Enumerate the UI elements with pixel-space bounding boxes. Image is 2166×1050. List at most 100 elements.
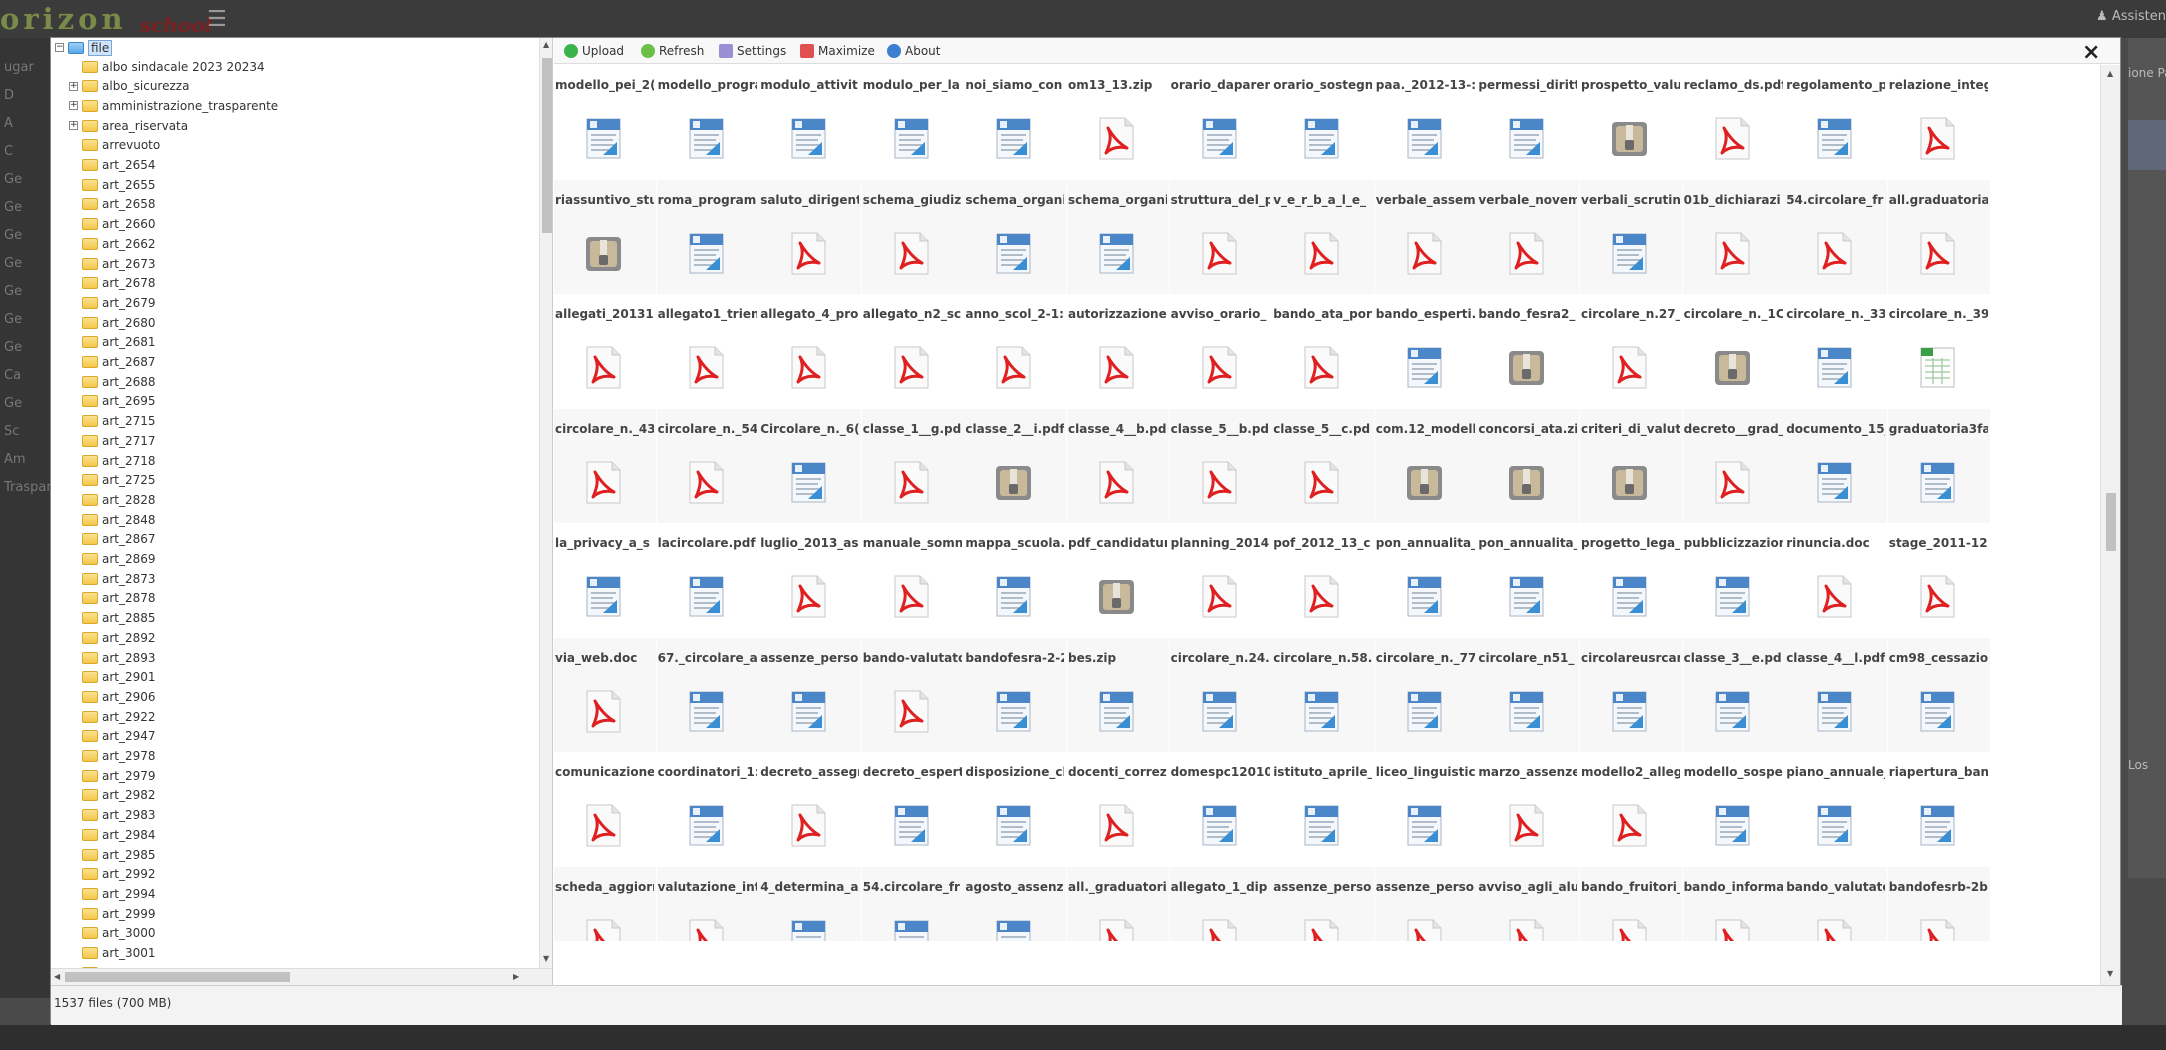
tree-folder-item[interactable]: art_2680 — [82, 313, 156, 332]
expand-icon[interactable]: + — [69, 121, 78, 131]
file-item[interactable]: bando_esperti. — [1374, 294, 1477, 408]
user-menu[interactable]: ♟ Assisten — [2096, 9, 2166, 24]
file-item[interactable] — [1682, 941, 1785, 985]
menu-icon[interactable]: ☰ — [207, 7, 227, 32]
tree-folder-item[interactable]: art_2869 — [82, 550, 156, 569]
about-button[interactable]: About — [887, 44, 940, 58]
grid-vertical-scrollbar[interactable]: ▲ ▼ — [2100, 65, 2120, 985]
file-item[interactable]: luglio_2013_as — [759, 523, 862, 637]
file-item[interactable]: allegati_20131: — [554, 294, 656, 408]
file-item[interactable]: disposizione_cl — [964, 752, 1067, 866]
file-item[interactable]: bes.zip — [1067, 637, 1169, 752]
file-item[interactable]: verbale_assem — [1374, 179, 1477, 294]
file-item[interactable]: 67._circolare_a — [656, 637, 759, 752]
tree-folder-item[interactable]: art_2654 — [82, 156, 156, 175]
file-item[interactable]: criteri_di_valut — [1580, 408, 1682, 523]
file-item[interactable]: la_privacy_a_s — [554, 523, 656, 637]
file-item[interactable]: lacircolare.pdf — [656, 523, 759, 637]
tree-folder-item[interactable]: art_2848 — [82, 510, 156, 529]
scroll-up-icon[interactable]: ▲ — [2107, 69, 2113, 78]
file-item[interactable]: decreto_espert — [861, 752, 964, 866]
file-item[interactable]: bando_ata_por — [1272, 294, 1375, 408]
tree-folder-item[interactable]: art_2979 — [82, 766, 156, 785]
file-item[interactable]: comunicazione_ — [554, 752, 656, 866]
file-item[interactable]: decreto__grad_ — [1682, 408, 1785, 523]
file-item[interactable]: circolare_n._54 — [656, 408, 759, 523]
file-item[interactable]: pon_annualita_ — [1374, 523, 1477, 637]
file-item[interactable]: allegato_n2_sc — [861, 294, 964, 408]
file-item[interactable]: avviso_orario_ — [1169, 294, 1272, 408]
file-item[interactable] — [1169, 941, 1272, 985]
tree-folder-item[interactable]: art_3000 — [82, 924, 156, 943]
tree-folder-item[interactable]: art_2892 — [82, 628, 156, 647]
tree-hscroll-thumb[interactable] — [65, 972, 290, 982]
tree-folder-item[interactable]: art_2658 — [82, 195, 156, 214]
file-item[interactable]: riassuntivo_stu — [554, 179, 656, 294]
tree-folder-item[interactable]: art_2906 — [82, 687, 156, 706]
tree-folder-item[interactable]: art_2878 — [82, 589, 156, 608]
file-item[interactable]: Circolare_n._6( — [759, 408, 862, 523]
tree-folder-item[interactable]: art_2901 — [82, 668, 156, 687]
file-item[interactable]: verbale_novem — [1477, 179, 1580, 294]
collapse-icon[interactable]: − — [55, 43, 64, 52]
file-item[interactable]: autorizzazione- — [1067, 294, 1169, 408]
file-item[interactable]: stage_2011-12 — [1887, 523, 1990, 637]
tree-folder-item[interactable]: art_2893 — [82, 648, 156, 667]
upload-button[interactable]: Upload — [564, 44, 624, 58]
file-item[interactable]: pubblicizzazion — [1682, 523, 1785, 637]
file-item[interactable]: verbali_scrutini — [1580, 179, 1682, 294]
file-item[interactable]: circolare_n.27_ — [1580, 294, 1682, 408]
tree-folder-item[interactable]: art_2687 — [82, 353, 156, 372]
expand-icon[interactable]: + — [69, 81, 78, 91]
file-item[interactable]: liceo_linguistic — [1374, 752, 1477, 866]
file-item[interactable] — [656, 941, 759, 985]
maximize-button[interactable]: Maximize — [800, 44, 875, 58]
file-item[interactable]: decreto_assegr — [759, 752, 862, 866]
tree-folder-item[interactable]: art_2885 — [82, 609, 156, 628]
file-item[interactable]: graduatoria3fa: — [1887, 408, 1990, 523]
file-item[interactable]: allegato_4_pro — [759, 294, 862, 408]
tree-folder-item[interactable]: art_2983 — [82, 806, 156, 825]
tree-folder-item[interactable]: art_2715 — [82, 412, 156, 431]
file-item[interactable] — [554, 941, 656, 985]
file-item[interactable]: regolamento_p — [1785, 65, 1888, 179]
file-item[interactable]: struttura_del_p — [1169, 179, 1272, 294]
file-item[interactable]: modulo_per_la — [861, 65, 964, 179]
file-item[interactable]: modello2_alleg — [1580, 752, 1682, 866]
file-item[interactable]: saluto_dirigent — [759, 179, 862, 294]
file-item[interactable]: circolare_n.58. — [1272, 637, 1375, 752]
file-item[interactable]: circolare_n51_ — [1477, 637, 1580, 752]
tree-folder-item[interactable]: art_3001 — [82, 944, 156, 963]
file-item[interactable]: assenze_perso — [759, 637, 862, 752]
tree-root-node[interactable]: − file — [55, 38, 113, 57]
tree-folder-item[interactable]: art_2688 — [82, 372, 156, 391]
file-item[interactable]: orario_sostegn — [1272, 65, 1375, 179]
tree-folder-item[interactable]: art_2678 — [82, 274, 156, 293]
file-item[interactable]: 54.circolare_fr — [1785, 179, 1888, 294]
file-item[interactable]: noi_siamo_con — [964, 65, 1067, 179]
file-item[interactable] — [1887, 941, 1990, 985]
file-item[interactable]: rinuncia.doc — [1785, 523, 1888, 637]
file-item[interactable] — [759, 941, 862, 985]
file-item[interactable]: orario_daparen — [1169, 65, 1272, 179]
tree-folder-item[interactable]: art_2985 — [82, 845, 156, 864]
scroll-left-icon[interactable]: ◀ — [54, 972, 60, 981]
file-item[interactable]: classe_1__g.pd — [861, 408, 964, 523]
scroll-down-icon[interactable]: ▼ — [543, 954, 549, 963]
file-item[interactable]: mappa_scuola.: — [964, 523, 1067, 637]
file-item[interactable]: docenti_correzi — [1067, 752, 1169, 866]
file-item[interactable]: modello_pei_2( — [554, 65, 656, 179]
tree-folder-item[interactable]: + area_riservata — [69, 116, 188, 135]
file-item[interactable]: relazione_integ — [1887, 65, 1990, 179]
scroll-right-icon[interactable]: ▶ — [513, 972, 519, 981]
file-item[interactable] — [1272, 941, 1375, 985]
file-item[interactable]: reclamo_ds.pdf — [1682, 65, 1785, 179]
tree-folder-item[interactable]: albo sindacale 2023 20234 — [82, 57, 265, 76]
expand-icon[interactable]: + — [69, 101, 78, 111]
file-item[interactable] — [964, 941, 1067, 985]
file-item[interactable]: pdf_candidatur — [1067, 523, 1169, 637]
tree-folder-item[interactable]: art_2695 — [82, 392, 156, 411]
tree-scroll-thumb[interactable] — [542, 58, 552, 233]
tree-folder-item[interactable]: art_2681 — [82, 333, 156, 352]
tree-folder-item[interactable]: art_2673 — [82, 254, 156, 273]
